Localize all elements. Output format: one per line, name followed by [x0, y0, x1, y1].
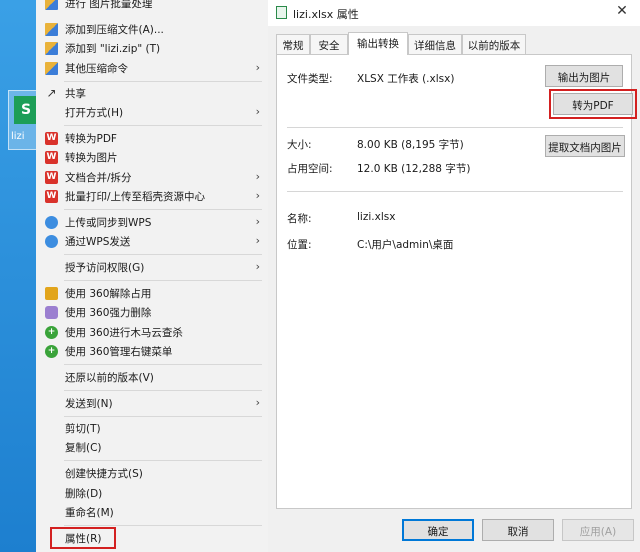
chevron-right-icon: › [255, 215, 260, 228]
wps-icon: W [45, 190, 58, 203]
size-value: 8.00 KB (8,195 字节) [357, 139, 464, 151]
disk-usage-label: 占用空间: [287, 163, 333, 175]
chevron-right-icon: › [255, 396, 260, 409]
menu-separator [64, 390, 262, 391]
cloud-icon [45, 235, 58, 248]
menu-item-add-zip[interactable]: 添加到 "lizi.zip" (T) [36, 39, 270, 58]
360-delete-icon [45, 306, 58, 319]
spreadsheet-icon: S [14, 96, 38, 124]
share-icon: ↗ [46, 86, 57, 100]
menu-item-360-manage[interactable]: + 使用 360管理右键菜单 [36, 342, 270, 361]
ok-button[interactable]: 确定 [402, 519, 474, 541]
chevron-right-icon: › [255, 105, 260, 118]
menu-item-create-shortcut[interactable]: 创建快捷方式(S) [36, 464, 270, 483]
location-value: C:\用户\admin\桌面 [357, 239, 454, 251]
wps-icon: W [45, 171, 58, 184]
name-value: lizi.xlsx [357, 211, 396, 223]
file-type-value: XLSX 工作表 (.xlsx) [357, 73, 455, 85]
dialog-titlebar[interactable]: lizi.xlsx 属性 ✕ [268, 0, 640, 26]
desktop-file-label: lizi [11, 131, 25, 142]
menu-separator [64, 254, 262, 255]
to-pdf-highlight-box [549, 89, 637, 119]
menu-item-send-to[interactable]: 发送到(N) › [36, 394, 270, 413]
wps-icon: W [45, 132, 58, 145]
menu-separator [64, 525, 262, 526]
dialog-title: lizi.xlsx 属性 [293, 8, 359, 21]
export-image-button[interactable]: 输出为图片 [545, 65, 623, 87]
extract-images-button[interactable]: 提取文档内图片 [545, 135, 625, 157]
360-unlock-icon [45, 287, 58, 300]
tab-security[interactable]: 安全 [310, 34, 348, 54]
tab-details[interactable]: 详细信息 [408, 34, 462, 54]
menu-item-batch-print[interactable]: W 批量打印/上传至稻壳资源中心 › [36, 187, 270, 206]
menu-item-cut[interactable]: 剪切(T) [36, 419, 270, 438]
360-manage-icon: + [45, 345, 58, 358]
menu-item-360-scan[interactable]: + 使用 360进行木马云查杀 [36, 323, 270, 342]
menu-item-rename[interactable]: 重命名(M) [36, 503, 270, 522]
menu-item-restore-versions[interactable]: 还原以前的版本(V) [36, 368, 270, 387]
menu-separator [64, 209, 262, 210]
menu-item-grant-access[interactable]: 授予访问权限(G) › [36, 258, 270, 277]
chevron-right-icon: › [255, 189, 260, 202]
menu-item-add-archive[interactable]: 添加到压缩文件(A)... [36, 20, 270, 39]
cloud-icon [45, 216, 58, 229]
menu-item-360-delete[interactable]: 使用 360强力删除 [36, 303, 270, 322]
wps-icon: W [45, 151, 58, 164]
360-scan-icon: + [45, 326, 58, 339]
menu-item-360-unlock[interactable]: 使用 360解除占用 [36, 284, 270, 303]
chevron-right-icon: › [255, 234, 260, 247]
chevron-right-icon: › [255, 170, 260, 183]
name-label: 名称: [287, 213, 312, 225]
context-menu: 进行 图片批量处理 添加到压缩文件(A)... 添加到 "lizi.zip" (… [36, 0, 270, 552]
menu-separator [64, 280, 262, 281]
tab-output-convert[interactable]: 输出转换 [348, 32, 408, 55]
file-type-label: 文件类型: [287, 73, 333, 85]
cancel-button[interactable]: 取消 [482, 519, 554, 541]
divider [287, 191, 623, 192]
divider [287, 127, 623, 128]
tab-previous-versions[interactable]: 以前的版本 [462, 34, 526, 54]
chevron-right-icon: › [255, 61, 260, 74]
location-label: 位置: [287, 239, 312, 251]
properties-highlight-box [50, 527, 116, 549]
chevron-right-icon: › [255, 260, 260, 273]
menu-item-share[interactable]: ↗ 共享 [36, 84, 270, 103]
menu-item-other-compress[interactable]: 其他压缩命令 › [36, 59, 270, 78]
menu-item-merge-split[interactable]: W 文档合并/拆分 › [36, 168, 270, 187]
tab-general[interactable]: 常规 [276, 34, 310, 54]
archive-icon [45, 23, 58, 36]
apply-button[interactable]: 应用(A) [562, 519, 634, 541]
menu-item-convert-pdf[interactable]: W 转换为PDF [36, 129, 270, 148]
menu-separator [64, 460, 262, 461]
archive-icon [45, 42, 58, 55]
menu-item-copy[interactable]: 复制(C) [36, 438, 270, 457]
menu-separator [64, 81, 262, 82]
size-label: 大小: [287, 139, 312, 151]
close-icon[interactable]: ✕ [612, 3, 632, 19]
menu-item-open-with[interactable]: 打开方式(H) › [36, 103, 270, 122]
menu-item-delete[interactable]: 删除(D) [36, 484, 270, 503]
menu-item-image-batch[interactable]: 进行 图片批量处理 [36, 0, 270, 13]
archive-icon [45, 62, 58, 75]
menu-item-convert-image[interactable]: W 转换为图片 [36, 148, 270, 167]
image-batch-icon [45, 0, 58, 10]
menu-separator [64, 125, 262, 126]
xlsx-file-icon [276, 6, 287, 19]
menu-separator [64, 364, 262, 365]
tab-panel: 文件类型: XLSX 工作表 (.xlsx) 输出为图片 转为PDF 大小: 8… [276, 54, 637, 509]
menu-item-send-wps[interactable]: 通过WPS发送 › [36, 232, 270, 251]
properties-dialog: lizi.xlsx 属性 ✕ 常规 安全 输出转换 详细信息 以前的版本 文件类… [268, 0, 640, 552]
menu-separator [64, 416, 262, 417]
menu-item-upload-wps[interactable]: 上传或同步到WPS › [36, 213, 270, 232]
disk-usage-value: 12.0 KB (12,288 字节) [357, 163, 471, 175]
